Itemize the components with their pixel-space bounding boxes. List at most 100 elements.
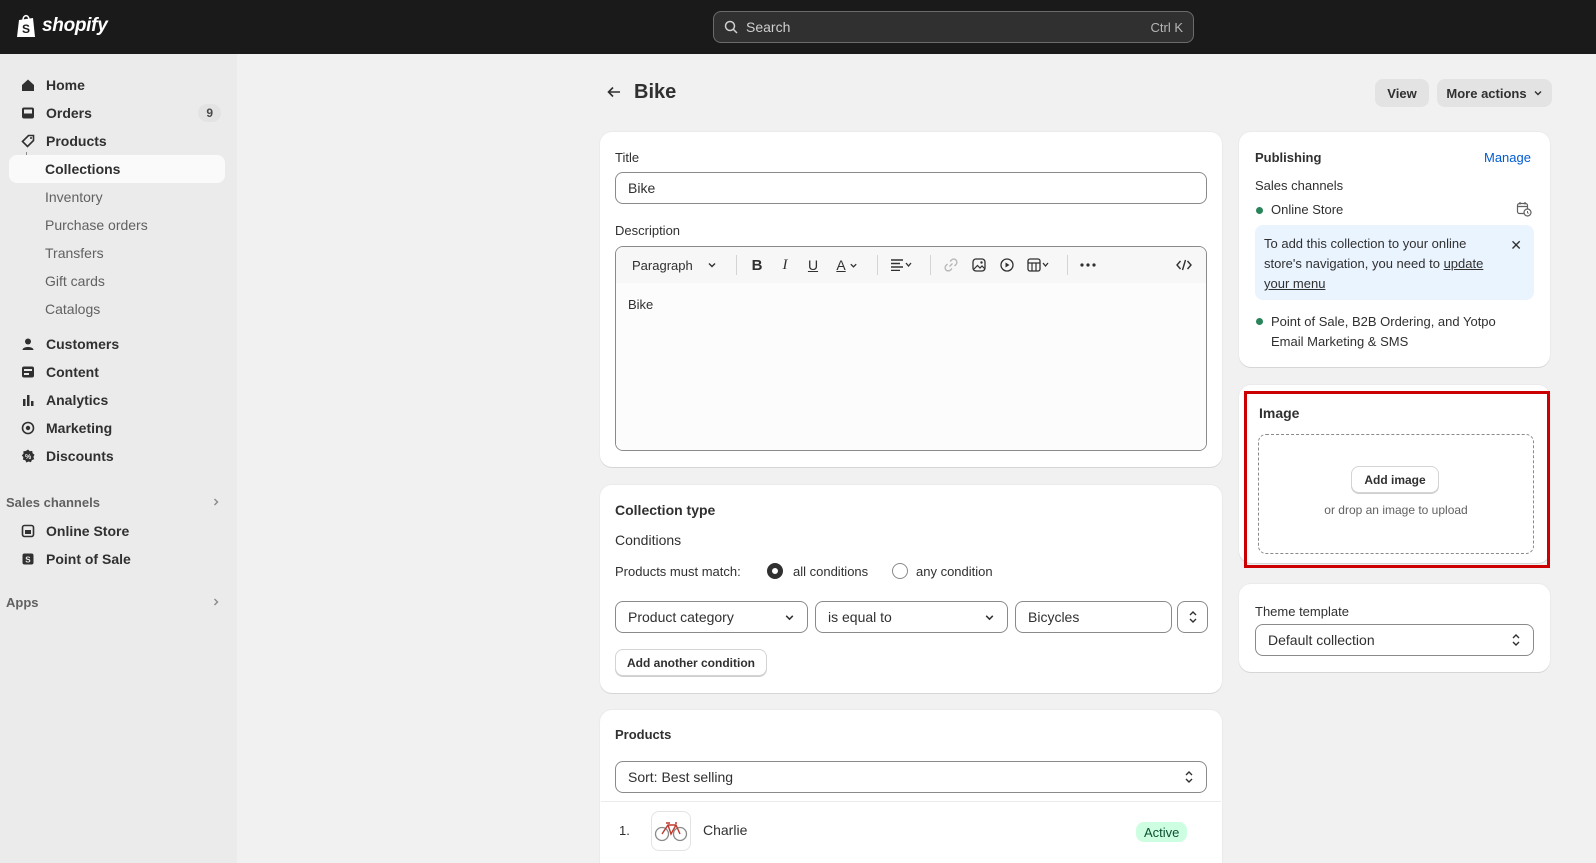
condition-field-select[interactable]: Product category bbox=[615, 601, 808, 633]
sidebar-item-inventory[interactable]: Inventory bbox=[9, 183, 225, 211]
sidebar-item-discounts[interactable]: % Discounts bbox=[9, 442, 225, 470]
sort-value: Sort: Best selling bbox=[628, 769, 734, 785]
products-sort-select[interactable]: Sort: Best selling bbox=[615, 761, 1207, 793]
chevron-right-icon bbox=[211, 595, 221, 610]
sales-channels-label: Sales channels bbox=[1255, 178, 1344, 193]
toolbar-divider bbox=[930, 255, 931, 275]
bold-icon[interactable]: B bbox=[745, 251, 769, 279]
online-store-channel: Online Store bbox=[1271, 202, 1344, 217]
channel-status-dot bbox=[1256, 207, 1263, 214]
theme-template-value: Default collection bbox=[1268, 632, 1375, 648]
condition-value-input[interactable]: Bicycles bbox=[1015, 601, 1172, 633]
sidebar-item-label: Online Store bbox=[46, 523, 130, 539]
sidebar-item-orders[interactable]: Orders 9 bbox=[9, 99, 225, 127]
sidebar-item-online-store[interactable]: Online Store bbox=[9, 517, 225, 545]
underline-icon[interactable]: U bbox=[801, 251, 825, 279]
products-heading: Products bbox=[615, 727, 672, 742]
sidebar-item-catalogs[interactable]: Catalogs bbox=[9, 295, 225, 323]
condition-operator-select[interactable]: is equal to bbox=[815, 601, 1008, 633]
sidebar-item-label: Analytics bbox=[46, 392, 109, 408]
more-actions-label: More actions bbox=[1446, 85, 1527, 101]
brand-name: shopify bbox=[42, 15, 108, 36]
sidebar-item-analytics[interactable]: Analytics bbox=[9, 386, 225, 414]
sidebar-item-products[interactable]: Products bbox=[9, 127, 225, 155]
back-button[interactable] bbox=[602, 80, 626, 104]
shopify-logo[interactable]: S shopify bbox=[16, 13, 108, 39]
sidebar-item-customers[interactable]: Customers bbox=[9, 330, 225, 358]
sidebar-item-transfers[interactable]: Transfers bbox=[9, 239, 225, 267]
manage-link[interactable]: Manage bbox=[1484, 150, 1531, 165]
description-text-area[interactable]: Bike bbox=[616, 283, 1206, 450]
product-thumbnail[interactable] bbox=[651, 811, 691, 851]
toolbar-divider bbox=[1067, 255, 1068, 275]
svg-text:S: S bbox=[25, 556, 31, 565]
more-actions-button[interactable]: More actions bbox=[1437, 79, 1552, 107]
title-label: Title bbox=[615, 150, 640, 165]
sidebar-item-gift-cards[interactable]: Gift cards bbox=[9, 267, 225, 295]
select-arrows-icon bbox=[1512, 634, 1520, 646]
theme-template-select[interactable]: Default collection bbox=[1255, 624, 1534, 656]
bicycle-icon bbox=[654, 822, 688, 842]
condition-value-picker[interactable] bbox=[1177, 601, 1208, 633]
sales-channels-heading[interactable]: Sales channels bbox=[6, 492, 225, 512]
toolbar-divider bbox=[736, 255, 737, 275]
inbox-icon bbox=[20, 105, 36, 121]
schedule-icon[interactable] bbox=[1516, 201, 1532, 220]
divider bbox=[601, 801, 1221, 802]
sidebar-item-marketing[interactable]: Marketing bbox=[9, 414, 225, 442]
condition-field-value: Product category bbox=[628, 609, 734, 625]
italic-icon[interactable]: I bbox=[773, 251, 797, 279]
orders-count-badge: 9 bbox=[198, 104, 221, 122]
any-condition-label[interactable]: any condition bbox=[916, 564, 993, 579]
sidebar-item-collections[interactable]: Collections bbox=[9, 155, 225, 183]
sidebar-item-content[interactable]: Content bbox=[9, 358, 225, 386]
sidebar-item-label: Catalogs bbox=[45, 301, 101, 317]
sidebar-item-label: Point of Sale bbox=[46, 551, 131, 567]
search-placeholder: Search bbox=[746, 19, 791, 35]
page-title: Bike bbox=[634, 80, 677, 103]
text-color-icon[interactable]: A bbox=[829, 251, 865, 279]
chevron-down-icon bbox=[985, 614, 994, 620]
view-button[interactable]: View bbox=[1375, 79, 1429, 107]
close-icon[interactable]: ✕ bbox=[1510, 235, 1522, 255]
product-name[interactable]: Charlie bbox=[703, 822, 747, 838]
link-icon[interactable] bbox=[939, 251, 963, 279]
channel-status-dot bbox=[1256, 318, 1263, 325]
discount-icon: % bbox=[20, 448, 36, 464]
target-icon bbox=[20, 420, 36, 436]
paragraph-format-select[interactable]: Paragraph bbox=[632, 251, 724, 279]
more-options-icon[interactable] bbox=[1076, 251, 1100, 279]
editor-toolbar: Paragraph B I U A bbox=[616, 247, 1206, 283]
sidebar-item-label: Products bbox=[46, 133, 107, 149]
table-icon[interactable] bbox=[1023, 251, 1055, 279]
search-input[interactable]: Search Ctrl K bbox=[713, 11, 1194, 43]
image-icon[interactable] bbox=[967, 251, 991, 279]
publishing-heading: Publishing bbox=[1255, 150, 1322, 165]
conditions-label: Conditions bbox=[615, 532, 682, 548]
search-shortcut: Ctrl K bbox=[1150, 19, 1184, 35]
code-view-icon[interactable] bbox=[1172, 251, 1196, 279]
collection-type-heading: Collection type bbox=[615, 502, 716, 518]
chevron-down-icon bbox=[1534, 91, 1542, 96]
sidebar-item-purchase-orders[interactable]: Purchase orders bbox=[9, 211, 225, 239]
sidebar-item-label: Orders bbox=[46, 105, 92, 121]
apps-heading[interactable]: Apps bbox=[6, 592, 225, 612]
paragraph-label: Paragraph bbox=[632, 257, 693, 273]
description-editor: Paragraph B I U A Bike bbox=[615, 246, 1207, 451]
svg-text:S: S bbox=[22, 22, 30, 36]
sidebar-item-home[interactable]: Home bbox=[9, 71, 225, 99]
align-icon[interactable] bbox=[886, 251, 918, 279]
add-another-condition-button[interactable]: Add another condition bbox=[615, 649, 767, 676]
theme-template-label: Theme template bbox=[1255, 604, 1349, 619]
description-label: Description bbox=[615, 223, 681, 238]
all-conditions-radio[interactable] bbox=[767, 563, 783, 579]
navigation-info-banner: To add this collection to your online st… bbox=[1255, 225, 1534, 300]
any-condition-radio[interactable] bbox=[892, 563, 908, 579]
all-conditions-label[interactable]: all conditions bbox=[793, 564, 868, 579]
title-input[interactable]: Bike bbox=[615, 172, 1207, 204]
home-icon bbox=[20, 77, 36, 93]
match-label: Products must match: bbox=[615, 564, 741, 579]
sidebar-item-label: Purchase orders bbox=[45, 217, 148, 233]
sidebar-item-point-of-sale[interactable]: S Point of Sale bbox=[9, 545, 225, 573]
video-icon[interactable] bbox=[995, 251, 1019, 279]
